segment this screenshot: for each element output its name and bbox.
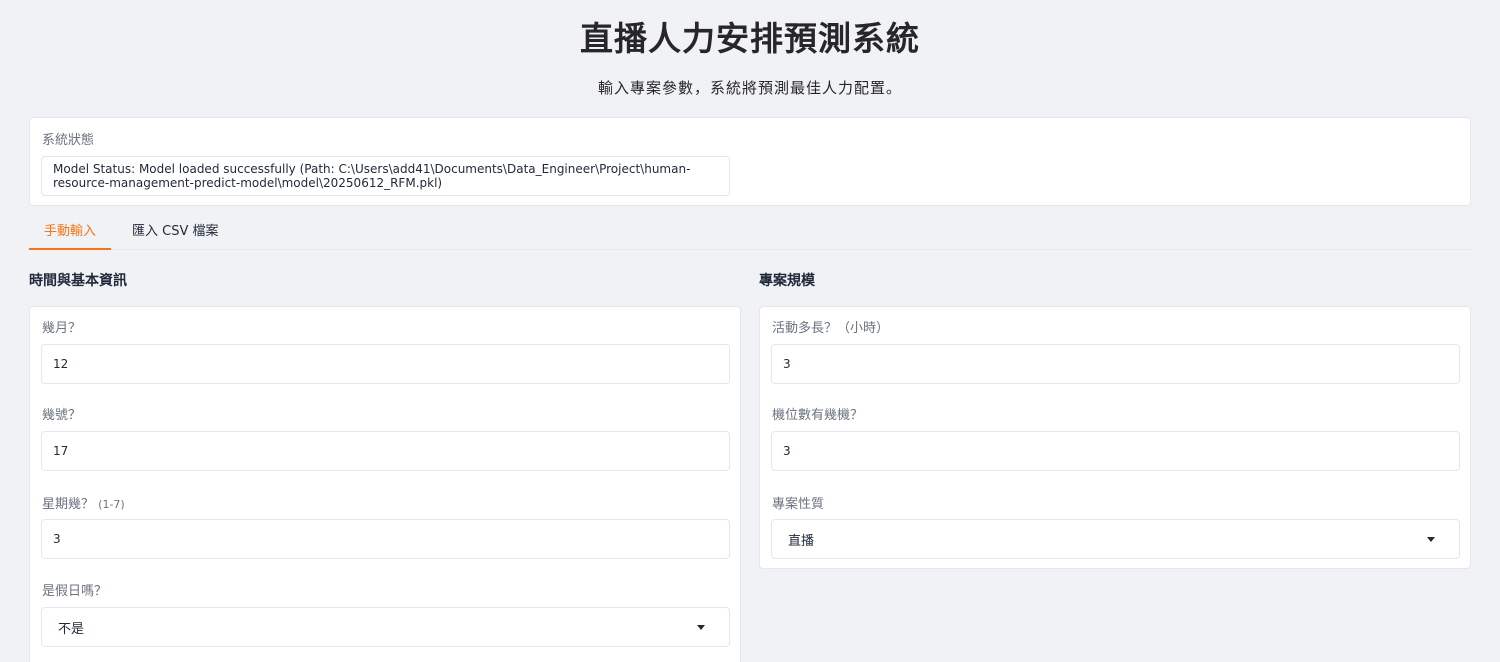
tab-manual-input[interactable]: 手動輸入 — [29, 214, 112, 250]
weekday-input[interactable]: 3 — [41, 519, 730, 559]
system-status-panel: 系統狀態 Model Status: Model loaded successf… — [29, 117, 1471, 206]
page-subtitle: 輸入專案參數，系統將預測最佳人力配置。 — [597, 79, 902, 97]
input-mode-tabs: 手動輸入 匯入 CSV 檔案 — [29, 214, 1471, 250]
weekday-label-text: 星期幾？ — [42, 497, 95, 512]
project-scale-panel: 活動多長？（小時） 3 機位數有幾機？ 3 專案性質 直播 — [759, 306, 1471, 569]
camera-count-label: 機位數有幾機？ — [772, 408, 864, 423]
day-input[interactable]: 17 — [41, 431, 730, 471]
holiday-select[interactable]: 不是 — [41, 607, 730, 647]
project-type-label: 專案性質 — [772, 497, 825, 512]
month-label: 幾月？ — [42, 321, 82, 336]
holiday-select-value: 不是 — [58, 621, 85, 637]
duration-label: 活動多長？（小時） — [772, 321, 890, 336]
tab-import-csv[interactable]: 匯入 CSV 檔案 — [117, 214, 234, 249]
weekday-label: 星期幾？ (1-7) — [42, 493, 125, 512]
system-status-label: 系統狀態 — [42, 133, 95, 148]
chevron-down-icon — [697, 625, 705, 630]
holiday-label: 是假日嗎？ — [42, 584, 108, 599]
project-type-select[interactable]: 直播 — [771, 519, 1460, 559]
month-input[interactable]: 12 — [41, 344, 730, 384]
weekday-label-hint: (1-7) — [98, 498, 125, 511]
section-title-time-basic: 時間與基本資訊 — [29, 273, 127, 289]
time-basic-panel: 幾月？ 12 幾號？ 17 星期幾？ (1-7) 3 是假日嗎？ 不是 — [29, 306, 741, 662]
page-title: 直播人力安排預測系統 — [580, 19, 920, 58]
system-status-field[interactable]: Model Status: Model loaded successfully … — [41, 156, 730, 196]
project-type-select-value: 直播 — [788, 533, 815, 549]
day-label: 幾號？ — [42, 408, 82, 423]
duration-input[interactable]: 3 — [771, 344, 1460, 384]
chevron-down-icon — [1427, 537, 1435, 542]
section-title-project-scale: 專案規模 — [759, 273, 815, 289]
camera-count-input[interactable]: 3 — [771, 431, 1460, 471]
